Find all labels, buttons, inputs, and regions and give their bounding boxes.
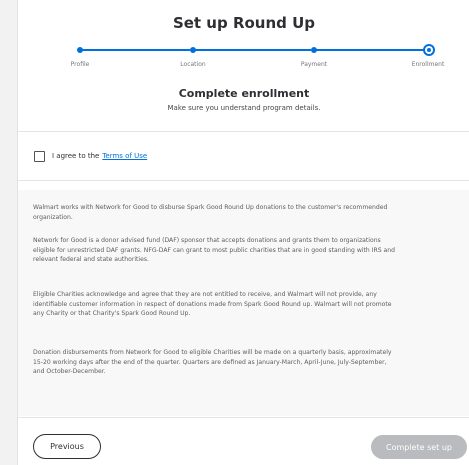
previous-button[interactable]: Previous: [33, 434, 101, 459]
stepper-line-1: [80, 49, 190, 51]
stepper-line-3: [314, 49, 426, 51]
step-dot-enrollment-current: [423, 44, 435, 56]
round-up-setup-panel: Set up Round Up Profile Location Payment…: [17, 0, 469, 465]
progress-stepper: Profile Location Payment Enrollment: [18, 44, 469, 74]
step-dot-payment: [311, 47, 317, 53]
divider-middle: [18, 180, 469, 181]
terms-paragraph: Donation disbursements from Network for …: [33, 349, 392, 376]
terms-agree-checkbox[interactable]: [34, 150, 45, 162]
terms-paragraph: Walmart works with Network for Good to d…: [33, 204, 388, 221]
step-label-location: Location: [180, 61, 206, 68]
divider-top: [18, 131, 469, 132]
page-title: Set up Round Up: [172, 14, 316, 32]
stepper-line-2: [193, 49, 311, 51]
complete-setup-button[interactable]: Complete set up: [371, 435, 467, 459]
divider-bottom: [18, 417, 469, 418]
terms-paragraph: Network for Good is a donor advised fund…: [33, 237, 395, 264]
step-dot-profile: [77, 47, 83, 53]
terms-text-panel[interactable]: Walmart works with Network for Good to d…: [18, 190, 469, 416]
terms-agree-label: I agree to the: [52, 152, 100, 160]
step-dot-location: [190, 47, 196, 53]
terms-paragraph: Eligible Charities acknowledge and agree…: [33, 291, 392, 318]
step-label-profile: Profile: [70, 61, 90, 68]
section-subheading: Make sure you understand program details…: [167, 104, 321, 112]
step-label-payment: Payment: [300, 61, 328, 68]
terms-agreement-row: I agree to the Terms of Use: [34, 149, 147, 163]
terms-of-use-link[interactable]: Terms of Use: [102, 152, 147, 160]
step-label-enrollment: Enrollment: [411, 61, 445, 68]
section-heading: Complete enrollment: [178, 87, 310, 100]
